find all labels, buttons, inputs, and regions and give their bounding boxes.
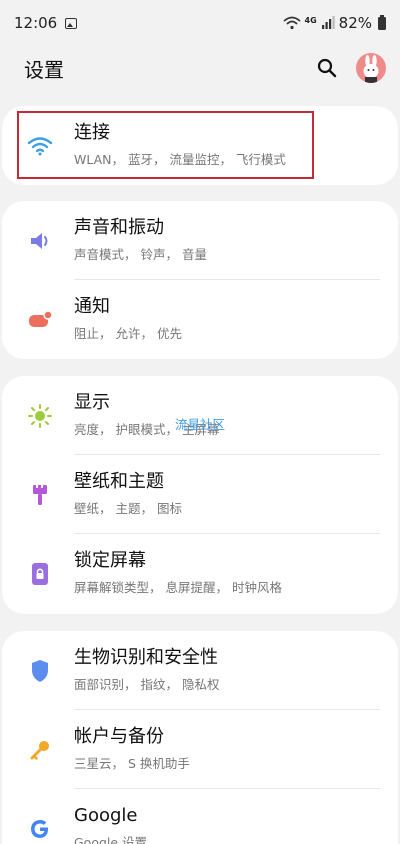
watermark-text: 流星社区 bbox=[175, 417, 226, 432]
settings-item-subtitle: WLAN， 蓝牙， 流量监控， 飞行模式 bbox=[74, 152, 286, 167]
network-type-label: 4G bbox=[304, 15, 317, 25]
settings-item-texts: 锁定屏幕 屏幕解锁类型， 息屏提醒， 时钟风格 bbox=[74, 549, 382, 596]
settings-card-display: 显示 亮度， 护眼模式， 主屏幕 壁纸和主题 壁纸， 主题， 图标 锁定屏幕 屏… bbox=[2, 376, 398, 614]
lock-screen-icon bbox=[26, 534, 54, 613]
settings-item-texts: 帐户与备份 三星云， S 换机助手 bbox=[74, 725, 382, 772]
settings-item-title: 声音和振动 bbox=[74, 217, 164, 238]
settings-item-subtitle: 声音模式， 铃声， 音量 bbox=[74, 247, 207, 262]
settings-item-texts: 壁纸和主题 壁纸， 主题， 图标 bbox=[74, 470, 382, 517]
settings-item-texts: 声音和振动 声音模式， 铃声， 音量 bbox=[74, 216, 382, 263]
settings-item-wallpaper-theme[interactable]: 壁纸和主题 壁纸， 主题， 图标 bbox=[2, 455, 398, 534]
header-actions bbox=[316, 53, 386, 83]
signal-icon bbox=[321, 16, 335, 29]
settings-card-security: 生物识别和安全性 面部识别， 指纹， 隐私权 帐户与备份 三星云， S 换机助手… bbox=[2, 631, 398, 844]
settings-item-title: 生物识别和安全性 bbox=[74, 647, 218, 668]
settings-item-google[interactable]: Google Google 设置 bbox=[2, 789, 398, 844]
gallery-notification-icon bbox=[65, 17, 78, 29]
settings-item-lock-screen[interactable]: 锁定屏幕 屏幕解锁类型， 息屏提醒， 时钟风格 bbox=[2, 534, 398, 613]
theme-brush-icon bbox=[26, 455, 54, 534]
brightness-icon bbox=[26, 376, 54, 455]
battery-percent: 82% bbox=[338, 14, 372, 32]
status-bar: 12:06 4G 82% bbox=[0, 0, 400, 46]
settings-item-texts: 通知 阻止， 允许， 优先 bbox=[74, 295, 382, 342]
notification-icon bbox=[26, 280, 54, 359]
settings-item-texts: 显示 亮度， 护眼模式， 主屏幕 bbox=[74, 391, 382, 438]
wifi-status-icon bbox=[282, 16, 301, 30]
settings-item-subtitle: Google 设置 bbox=[74, 835, 148, 844]
settings-item-title: Google bbox=[74, 805, 138, 826]
settings-item-sound[interactable]: 声音和振动 声音模式， 铃声， 音量 bbox=[2, 201, 398, 280]
status-right: 4G 82% bbox=[282, 14, 386, 32]
settings-item-subtitle: 亮度， 护眼模式， 主屏幕 bbox=[74, 422, 220, 437]
wifi-icon bbox=[26, 106, 54, 185]
settings-item-title: 锁定屏幕 bbox=[74, 550, 146, 571]
settings-item-texts: 生物识别和安全性 面部识别， 指纹， 隐私权 bbox=[74, 646, 382, 693]
settings-item-subtitle: 壁纸， 主题， 图标 bbox=[74, 501, 182, 516]
settings-item-biometrics[interactable]: 生物识别和安全性 面部识别， 指纹， 隐私权 bbox=[2, 631, 398, 710]
settings-item-title: 显示 bbox=[74, 392, 110, 413]
settings-item-texts: 连接 WLAN， 蓝牙， 流量监控， 飞行模式 bbox=[74, 121, 382, 168]
settings-item-notifications[interactable]: 通知 阻止， 允许， 优先 bbox=[2, 280, 398, 359]
settings-item-title: 通知 bbox=[74, 296, 110, 317]
settings-item-subtitle: 屏幕解锁类型， 息屏提醒， 时钟风格 bbox=[74, 580, 282, 595]
search-icon[interactable] bbox=[316, 57, 338, 79]
settings-item-accounts-backup[interactable]: 帐户与备份 三星云， S 换机助手 bbox=[2, 710, 398, 789]
settings-item-title: 壁纸和主题 bbox=[74, 471, 164, 492]
page-title: 设置 bbox=[24, 57, 64, 82]
shield-icon bbox=[26, 631, 54, 710]
battery-icon bbox=[378, 14, 386, 30]
key-icon bbox=[26, 710, 54, 789]
settings-item-subtitle: 面部识别， 指纹， 隐私权 bbox=[74, 677, 220, 692]
settings-card-connections: 连接 WLAN， 蓝牙， 流量监控， 飞行模式 bbox=[2, 106, 398, 185]
rabbit-avatar-icon bbox=[363, 55, 379, 83]
settings-item-title: 连接 bbox=[74, 122, 110, 143]
volume-icon bbox=[26, 201, 54, 280]
avatar[interactable] bbox=[356, 53, 386, 83]
settings-item-subtitle: 阻止， 允许， 优先 bbox=[74, 326, 182, 341]
header: 设置 bbox=[0, 46, 400, 90]
google-icon bbox=[26, 789, 54, 844]
settings-item-texts: Google Google 设置 bbox=[74, 804, 382, 844]
settings-item-connections[interactable]: 连接 WLAN， 蓝牙， 流量监控， 飞行模式 bbox=[2, 106, 398, 185]
settings-card-sound: 声音和振动 声音模式， 铃声， 音量 通知 阻止， 允许， 优先 bbox=[2, 201, 398, 359]
status-left: 12:06 bbox=[14, 14, 78, 32]
settings-item-title: 帐户与备份 bbox=[74, 726, 164, 747]
settings-item-subtitle: 三星云， S 换机助手 bbox=[74, 756, 190, 771]
status-time: 12:06 bbox=[14, 14, 58, 32]
